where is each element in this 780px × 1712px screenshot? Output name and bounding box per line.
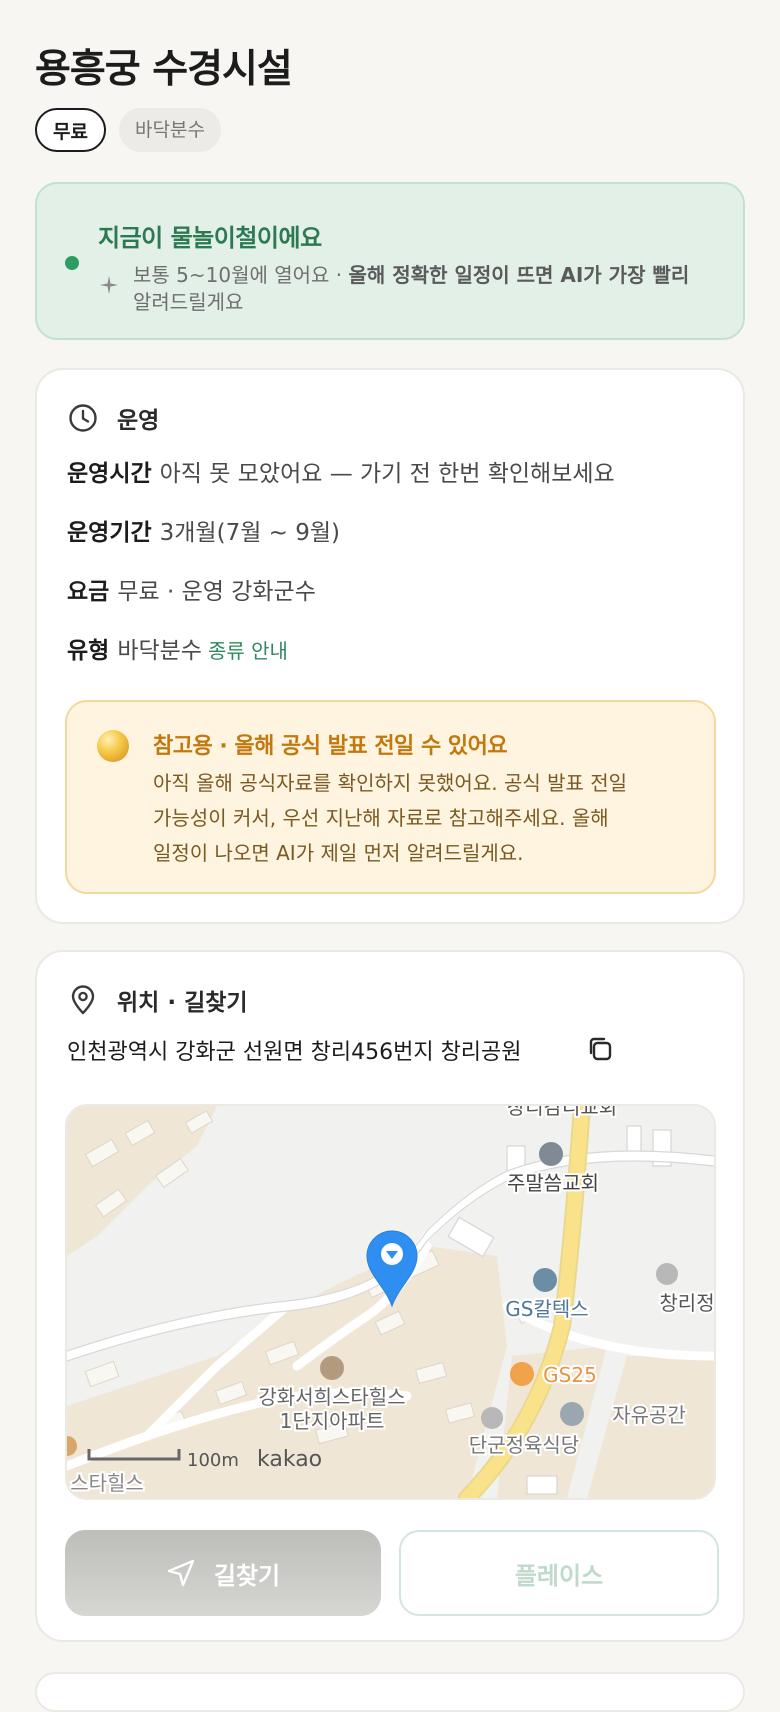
map-label-restaurant: 단군정육식당 [469,1433,579,1457]
next-card-peek [35,1672,745,1712]
map-view[interactable]: 창리감리교회 주말씀교회 GS칼텍스 창리정 GS25 강화서희스타힐스 1단지… [65,1104,716,1500]
page-title: 용흥궁 수경시설 [35,47,293,92]
location-pin-icon [71,985,95,1015]
operation-card: 운영 운영시간 아직 못 모았어요 — 가기 전 한번 확인해보세요 운영기간 3개… [35,368,745,924]
notice-title: 참고용 · 올해 공식 발표 전일 수 있어요 [153,734,508,759]
map-label-changri: 창리정 [659,1291,714,1315]
address-text: 인천광역시 강화군 선원면 창리456번지 창리공원 [67,1040,522,1065]
season-banner: 지금이 물놀이철이에요 보통 5~10월에 열어요 · 올해 정확한 일정이 뜨… [35,182,745,340]
season-title: 지금이 물놀이철이에요 [98,224,322,252]
season-description: 보통 5~10월에 열어요 · 올해 정확한 일정이 뜨면 AI가 가장 빨리 알… [133,263,690,314]
row-fee: 요금 무료 · 운영 강화군수 [67,579,316,605]
map-label-church: 주말씀교회 [507,1171,599,1195]
facility-detail-page: 용흥궁 수경시설 무료 바닥분수 지금이 물놀이철이에요 보통 5~10월에 열… [0,0,780,1712]
location-heading: 위치 · 길찾기 [67,982,248,1018]
map-label-star-hills: 스타힐스 [70,1471,144,1495]
map-label-free-space: 자유공간 [612,1403,686,1427]
chip-floor-fountain[interactable]: 바닥분수 [119,108,221,152]
map-label-gas-station: GS칼텍스 [505,1297,588,1321]
notice-body: 아직 올해 공식자료를 확인하지 못했어요. 공식 발표 전일 가능성이 커서,… [153,771,628,865]
place-button[interactable]: 플레이스 [399,1530,719,1616]
moon-icon [97,730,129,762]
map-logo: kakao [257,1447,322,1472]
route-button[interactable]: 길찾기 [65,1530,381,1616]
map-label-apartment: 강화서희스타힐스 [258,1385,405,1409]
map-scale-label: 100m [187,1450,239,1471]
clock-icon [69,404,97,432]
map-label-gs25: GS25 [543,1363,597,1387]
route-button-label: 길찾기 [213,1561,281,1590]
navigation-arrow-icon [167,1559,195,1587]
map-label-apartment-2: 1단지아파트 [280,1409,385,1433]
location-card: 위치 · 길찾기 인천광역시 강화군 선원면 창리456번지 창리공원 창리감리… [35,950,745,1642]
status-dot [65,256,79,270]
type-guide-link[interactable]: 종류 안내 [208,639,288,663]
operation-heading-label: 운영 [117,408,160,434]
row-type: 유형 바닥분수 종류 안내 [67,638,288,664]
reference-notice: 참고용 · 올해 공식 발표 전일 수 있어요 아직 올해 공식자료를 확인하지… [65,700,716,894]
copy-icon[interactable] [585,1034,615,1064]
row-period: 운영기간 3개월(7월 ~ 9월) [67,520,341,546]
location-heading-label: 위치 · 길찾기 [117,990,248,1016]
row-hours: 운영시간 아직 못 모았어요 — 가기 전 한번 확인해보세요 [67,461,615,487]
chip-free[interactable]: 무료 [35,108,106,152]
operation-heading: 운영 [67,400,159,436]
sparkle-icon [99,275,119,295]
map-label-church-top: 창리감리교회 [507,1106,617,1119]
